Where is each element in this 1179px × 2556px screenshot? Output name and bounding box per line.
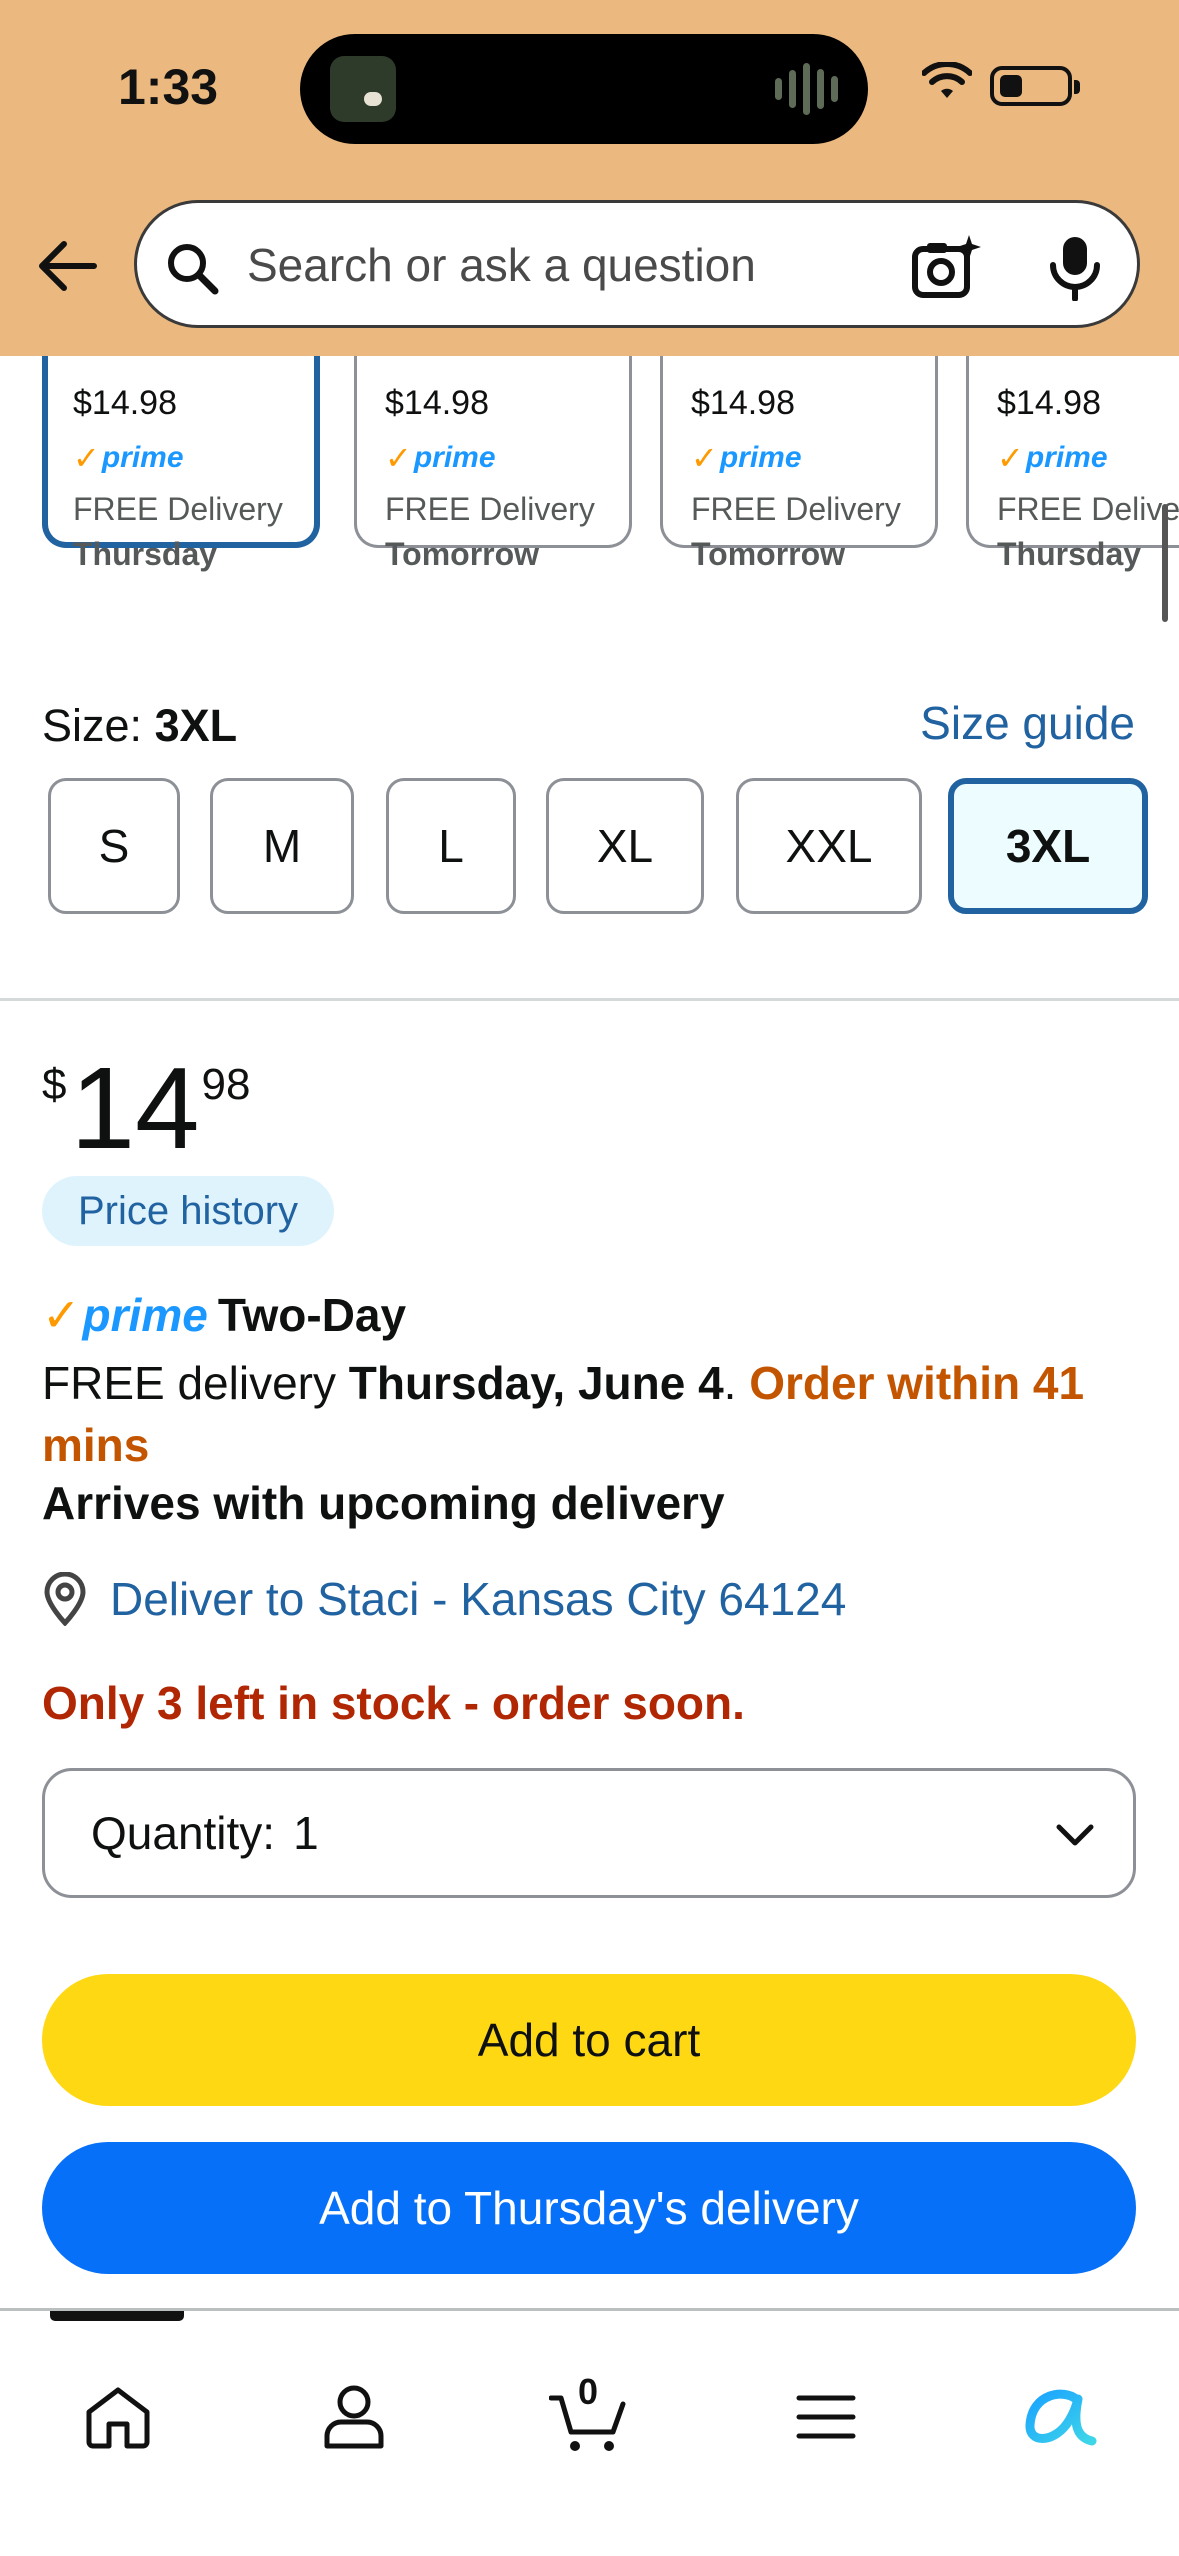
prime-badge: ✓ prime [691, 440, 802, 476]
prime-speed: Two-Day [217, 1289, 407, 1341]
app-header: 1:33 [0, 0, 1179, 356]
battery-icon [990, 66, 1080, 106]
search-input[interactable] [247, 233, 887, 297]
size-option-xxl[interactable]: XXL [736, 778, 922, 914]
variant-delivery-day: Tomorrow [691, 536, 846, 572]
prime-delivery-line: ✓ prime Two-Day [42, 1288, 406, 1342]
size-option-l[interactable]: L [386, 778, 516, 914]
product-price: $ 14 98 [42, 1050, 250, 1166]
microphone-icon[interactable] [1047, 233, 1103, 301]
status-time: 1:33 [118, 59, 219, 115]
prime-check-icon: ✓ [42, 1289, 81, 1341]
prime-badge: ✓ prime [73, 440, 184, 476]
search-bar[interactable] [134, 200, 1140, 328]
size-option-s[interactable]: S [48, 778, 180, 914]
stock-warning: Only 3 left in stock - order soon. [42, 1677, 745, 1729]
cart-count: 0 [578, 2371, 599, 2412]
search-icon [168, 244, 219, 295]
section-divider [0, 998, 1179, 1001]
quantity-label: Quantity: [91, 1807, 276, 1859]
menu-icon [796, 2395, 856, 2439]
bottom-navigation: 0 [0, 2308, 1179, 2556]
back-arrow-icon[interactable] [34, 232, 102, 300]
prime-check-icon: ✓ [385, 440, 412, 476]
deliver-to-link[interactable]: Deliver to Staci - Kansas City 64124 [42, 1572, 846, 1626]
variant-price: $14.98 [997, 384, 1101, 422]
prime-check-icon: ✓ [691, 440, 718, 476]
rufus-icon [1025, 2389, 1097, 2446]
variant-delivery-day: Thursday [997, 536, 1142, 572]
price-history-button[interactable]: Price history [42, 1176, 335, 1246]
audio-waveform-icon [775, 60, 838, 118]
size-label: Size: 3XL [42, 700, 238, 751]
camera-search-icon[interactable] [911, 233, 981, 303]
variant-price: $14.98 [385, 384, 489, 422]
nav-account[interactable] [304, 2367, 404, 2467]
deliver-to-text: Deliver to Staci - Kansas City 64124 [110, 1573, 847, 1625]
delivery-prefix: FREE delivery [42, 1357, 336, 1409]
variant-price: $14.98 [691, 384, 795, 422]
prime-check-icon: ✓ [997, 440, 1024, 476]
home-icon [86, 2387, 150, 2449]
prime-logo: ✓ prime [42, 1289, 208, 1341]
variant-delivery: FREE Delivery [73, 491, 283, 527]
variant-card[interactable]: $14.98 ✓prime FREE Delivery Thursday [966, 356, 1179, 572]
now-playing-artwork [330, 56, 396, 122]
add-to-delivery-button[interactable]: Add to Thursday's delivery [42, 2142, 1136, 2274]
delivery-date: Thursday, June 4 [348, 1357, 724, 1409]
size-option-m[interactable]: M [210, 778, 354, 914]
variant-card[interactable]: $14.98 ✓ prime FREE Delivery Tomorrow [660, 356, 938, 572]
nav-menu[interactable] [776, 2367, 876, 2467]
prime-check-icon: ✓ [73, 440, 100, 476]
variant-delivery: FREE Delivery [385, 491, 595, 527]
quantity-value: 1 [293, 1807, 319, 1859]
wifi-icon [922, 62, 972, 98]
account-icon [324, 2385, 384, 2449]
selected-size: 3XL [154, 700, 238, 751]
quantity-dropdown[interactable]: Quantity: 1 [42, 1768, 1136, 1898]
size-option-3xl[interactable]: 3XL [948, 778, 1148, 914]
variant-delivery-day: Tomorrow [385, 536, 540, 572]
nav-home[interactable] [68, 2367, 168, 2467]
scrollbar[interactable] [1162, 504, 1168, 622]
arrives-note: Arrives with upcoming delivery [42, 1477, 725, 1529]
location-pin-icon [44, 1572, 86, 1626]
variant-card[interactable]: $14.98 ✓prime FREE Delivery Thursday [42, 356, 320, 572]
active-tab-indicator [50, 2311, 184, 2321]
nav-cart[interactable]: 0 [540, 2367, 640, 2467]
variant-delivery: FREE Delivery [691, 491, 901, 527]
variant-carousel[interactable]: $14.98 ✓ prime FREE Delivery Thursday $14… [0, 356, 1179, 606]
variant-delivery-day: Thursday [73, 536, 218, 572]
delivery-info: FREE delivery Thursday, June 4. Order wi… [42, 1357, 1085, 1471]
variant-price: $14.98 [73, 384, 177, 422]
nav-rufus[interactable] [1010, 2367, 1110, 2467]
dynamic-island [300, 34, 868, 144]
prime-badge: ✓ prime [385, 440, 496, 476]
price-whole: 14 [70, 1043, 200, 1173]
size-guide-link[interactable]: Size guide [920, 696, 1135, 750]
add-to-cart-button[interactable]: Add to cart [42, 1974, 1136, 2106]
size-option-xl[interactable]: XL [546, 778, 704, 914]
variant-card[interactable]: $14.98 ✓ prime FREE Delivery Tomorrow [354, 356, 632, 572]
variant-delivery: FREE Delivery [997, 491, 1179, 527]
prime-badge: ✓ prime [997, 440, 1108, 476]
price-symbol: $ [42, 1060, 67, 1109]
chevron-down-icon [1056, 1824, 1094, 1846]
price-fraction: 98 [201, 1060, 251, 1109]
